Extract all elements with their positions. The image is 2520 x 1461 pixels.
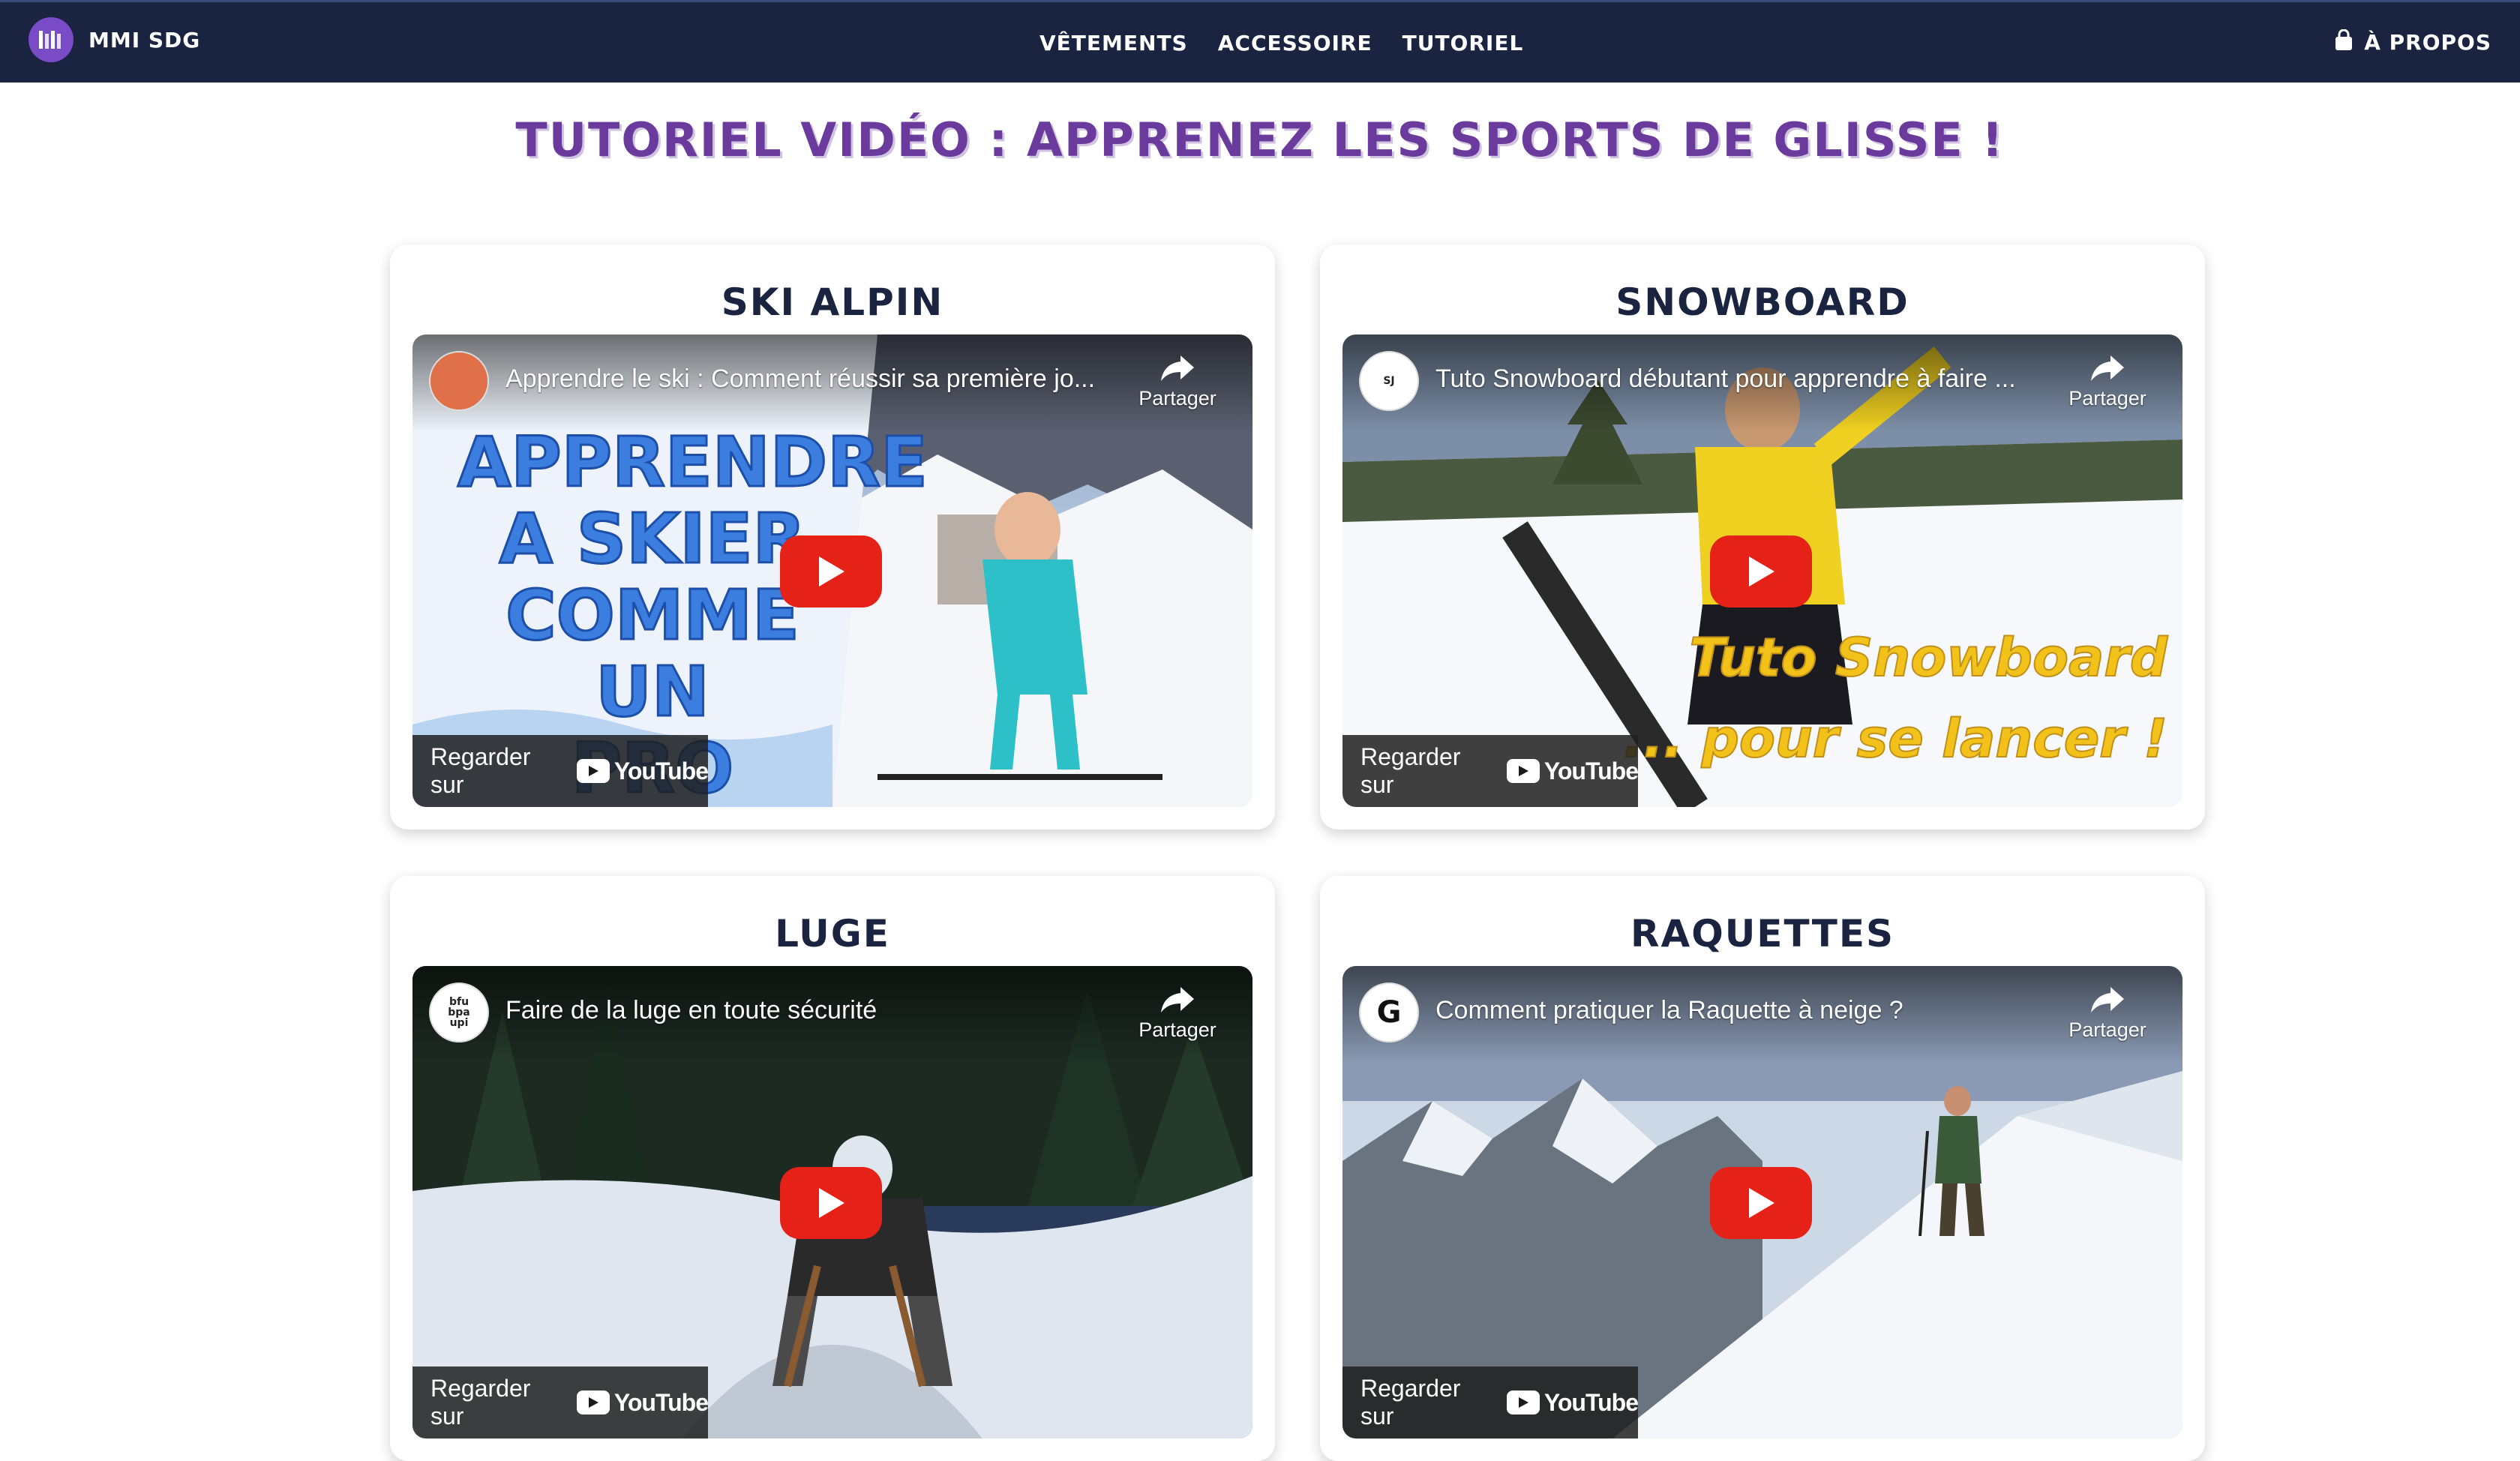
youtube-play-icon [1506, 759, 1540, 783]
share-arrow-icon [1161, 987, 1194, 1012]
play-button[interactable] [1710, 1167, 1812, 1239]
card-title: SKI ALPIN [721, 280, 944, 324]
share-button[interactable]: Partager [1132, 352, 1222, 410]
card-snowboard: SNOWBOARD Tuto Snowboard ... pour se lan… [1320, 244, 2205, 830]
video-player[interactable]: APPRENDRE A SKIER COMME UN PRO Apprendre… [412, 334, 1252, 807]
share-button[interactable]: Partager [1132, 984, 1222, 1042]
share-arrow-icon [2091, 356, 2124, 381]
play-icon [1749, 556, 1774, 586]
watch-on-youtube[interactable]: Regarder sur YouTube [1342, 735, 1639, 807]
card-title: SNOWBOARD [1616, 280, 1910, 324]
main-nav: VÊTEMENTS ACCESSOIRE TUTORIEL [1040, 31, 1523, 56]
watch-on-youtube[interactable]: Regarder sur YouTube [412, 1366, 709, 1438]
brand[interactable]: MMI SDG [28, 17, 200, 62]
channel-avatar[interactable]: bfu bpa upi [429, 982, 489, 1042]
about-label[interactable]: À PROPOS [2364, 30, 2492, 55]
play-icon [819, 1188, 844, 1218]
nav-link-tutoriel[interactable]: TUTORIEL [1402, 31, 1524, 56]
youtube-play-icon [576, 1390, 610, 1414]
nav-link-vetements[interactable]: VÊTEMENTS [1040, 31, 1188, 56]
watch-on-youtube[interactable]: Regarder sur YouTube [1342, 1366, 1639, 1438]
youtube-play-icon [1506, 1390, 1540, 1414]
play-button[interactable] [1710, 536, 1812, 608]
card-luge: LUGE bfu bpa upi Faire de la luge en tou… [390, 876, 1275, 1461]
video-player[interactable]: bfu bpa upi Faire de la luge en toute sé… [412, 966, 1252, 1438]
youtube-logo: YouTube [1506, 758, 1639, 785]
channel-avatar[interactable] [429, 351, 489, 411]
video-title[interactable]: Tuto Snowboard débutant pour apprendre à… [1436, 364, 2050, 394]
watch-on-youtube[interactable]: Regarder sur YouTube [412, 735, 709, 807]
share-arrow-icon [1161, 356, 1194, 381]
youtube-logo: YouTube [1506, 1389, 1639, 1417]
card-title: RAQUETTES [1630, 912, 1894, 956]
play-icon [1749, 1188, 1774, 1218]
video-title[interactable]: Faire de la luge en toute sécurité [506, 996, 1120, 1025]
about-link[interactable]: À PROPOS [2334, 28, 2492, 55]
top-navbar: MMI SDG VÊTEMENTS ACCESSOIRE TUTORIEL À … [0, 0, 2520, 82]
youtube-logo: YouTube [576, 758, 709, 785]
brand-name[interactable]: MMI SDG [88, 28, 200, 52]
share-arrow-icon [2091, 987, 2124, 1012]
video-title[interactable]: Apprendre le ski : Comment réussir sa pr… [506, 364, 1120, 394]
video-player[interactable]: G Comment pratiquer la Raquette à neige … [1342, 966, 2182, 1438]
youtube-play-icon [576, 759, 610, 783]
channel-avatar[interactable]: SJ [1359, 351, 1419, 411]
play-button[interactable] [780, 536, 882, 608]
card-ski-alpin: SKI ALPIN APPRENDRE A SKIER COMME UN P [390, 244, 1275, 830]
nav-link-accessoire[interactable]: ACCESSOIRE [1218, 31, 1372, 56]
share-button[interactable]: Partager [2062, 352, 2152, 410]
play-button[interactable] [780, 1167, 882, 1239]
card-raquettes: RAQUETTES G Comment pratiquer la Raquett… [1320, 876, 2205, 1461]
share-button[interactable]: Partager [2062, 984, 2152, 1042]
video-title[interactable]: Comment pratiquer la Raquette à neige ? [1436, 996, 2050, 1025]
page-title: TUTORIEL VIDÉO : APPRENEZ LES SPORTS DE … [515, 112, 2005, 167]
channel-avatar[interactable]: G [1359, 982, 1419, 1042]
shopping-bag-icon [2334, 28, 2354, 55]
play-icon [819, 556, 844, 586]
video-player[interactable]: Tuto Snowboard ... pour se lancer ! SJ T… [1342, 334, 2182, 807]
youtube-logo: YouTube [576, 1389, 709, 1417]
card-title: LUGE [775, 912, 890, 956]
brand-logo-icon [28, 17, 74, 62]
